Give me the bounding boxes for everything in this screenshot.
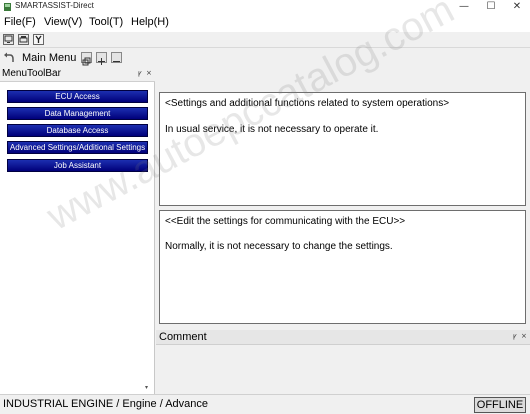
maximize-button[interactable]: ☐ xyxy=(478,0,504,14)
info-panel-ecu-communication: <<Edit the settings for communicating wi… xyxy=(159,210,526,324)
toolbar xyxy=(0,32,530,48)
window-tile-icon[interactable] xyxy=(96,52,107,65)
job-assistant-button[interactable]: Job Assistant xyxy=(7,159,148,172)
comment-pane-title: Comment xyxy=(159,331,207,343)
menu-toolbar-title: MenuToolBar xyxy=(2,68,61,79)
info-description: In usual service, it is not necessary to… xyxy=(165,124,379,135)
comment-area xyxy=(156,346,530,394)
info-heading: <<Edit the settings for communicating wi… xyxy=(165,216,406,227)
wrench-icon[interactable] xyxy=(33,34,44,45)
title-bar: SMARTASSIST-Direct — ☐ ✕ xyxy=(0,0,530,14)
app-window: SMARTASSIST-Direct — ☐ ✕ File(F) View(V)… xyxy=(0,0,530,414)
advanced-settings-button[interactable]: Advanced Settings/Additional Settings xyxy=(7,141,148,154)
menu-help[interactable]: Help(H) xyxy=(131,16,169,28)
menu-toolbar-header: MenuToolBar ꝩ × xyxy=(0,67,155,82)
monitor-icon[interactable] xyxy=(3,34,14,45)
info-heading: <Settings and additional functions relat… xyxy=(165,98,450,109)
pane-close-icon[interactable]: × xyxy=(521,332,527,340)
window-title: SMARTASSIST-Direct xyxy=(15,1,94,10)
menu-toolbar-pane: MenuToolBar ꝩ × ECU Access Data Manageme… xyxy=(0,67,155,394)
close-button[interactable]: ✕ xyxy=(504,0,530,14)
database-access-button[interactable]: Database Access xyxy=(7,124,148,137)
menu-tool[interactable]: Tool(T) xyxy=(89,16,123,28)
status-bar: INDUSTRIAL ENGINE / Engine / Advance OFF… xyxy=(0,394,530,414)
comment-pane-header: Comment ꝩ × xyxy=(156,330,530,345)
connection-status-button[interactable]: OFFLINE xyxy=(474,397,526,413)
pane-restore-icon[interactable]: ꝩ xyxy=(513,332,517,341)
back-arrow-icon[interactable] xyxy=(3,52,15,64)
app-icon xyxy=(4,3,11,11)
info-description: Normally, it is not necessary to change … xyxy=(165,241,393,252)
menu-file[interactable]: File(F) xyxy=(4,16,36,28)
scroll-down-arrow-icon[interactable]: ▾ xyxy=(145,384,148,391)
minimize-button[interactable]: — xyxy=(451,0,477,14)
page-title: Main Menu xyxy=(22,52,77,64)
window-cascade-icon[interactable] xyxy=(81,52,92,66)
pane-close-icon[interactable]: × xyxy=(146,69,152,77)
ecu-access-button[interactable]: ECU Access xyxy=(7,90,148,103)
info-panel-system-operations: <Settings and additional functions relat… xyxy=(159,92,526,206)
data-management-button[interactable]: Data Management xyxy=(7,107,148,120)
pane-restore-icon[interactable]: ꝩ xyxy=(138,69,142,78)
navigation-bar: Main Menu xyxy=(0,49,530,67)
menu-view[interactable]: View(V) xyxy=(44,16,82,28)
menu-bar: File(F) View(V) Tool(T) Help(H) xyxy=(0,14,530,32)
window-minimize-icon[interactable] xyxy=(111,52,122,63)
printer-icon[interactable] xyxy=(18,34,29,45)
status-path: INDUSTRIAL ENGINE / Engine / Advance xyxy=(3,398,209,410)
